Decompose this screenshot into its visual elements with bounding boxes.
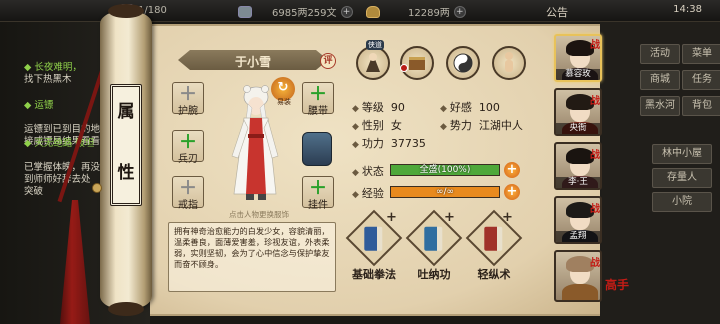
battle-mark: 战 [590,96,600,107]
yin-yang-icon [453,53,473,73]
scroll-rod-cap [108,302,144,316]
slot-label: 护腕 [178,106,198,117]
stat-favor: ◆ 好感 100 [440,101,500,114]
slot-label: 腰带 [308,106,328,117]
evaluate-button[interactable]: 评 [320,53,336,69]
menu-task[interactable]: 任务 [682,70,720,90]
stat-label: 经验 [361,187,384,200]
stat-label: 状态 [361,165,384,178]
badge-label: 侠道 [366,40,384,50]
quest-title: ◆ 长夜难明， [24,62,82,73]
book-icon [424,226,443,251]
stat-label: 功力 [361,137,384,150]
menu-activity[interactable]: 活动 [640,44,680,64]
stat-power: ◆ 功力 37735 [352,137,426,150]
slot-label: 兵刃 [178,154,198,165]
martial-art-label: 轻纵术 [477,268,511,281]
taiji-icon[interactable] [446,46,480,80]
stat-value: 90 [390,101,405,114]
stat-value: 100 [478,101,500,114]
box-icon [409,57,425,70]
silver-icon [238,5,252,18]
battle-mark: 战 [590,204,600,215]
add-exp-button[interactable]: + [504,184,520,200]
announcement-button[interactable]: 公告 [546,4,568,20]
notice-dot [400,64,408,72]
quest-item[interactable]: ◆ 长夜难明， 找下热黑木 [24,62,82,86]
battle-mark: 战 [590,258,600,269]
treasure-icon[interactable] [400,46,434,80]
meridian-icon[interactable] [492,46,526,80]
portrait-name: 李·王 [556,177,600,188]
add-ingot-button[interactable]: + [453,5,466,18]
stat-value: 女 [390,119,402,132]
ingot-value: 12289两 [408,8,450,19]
clock: 14:38 [673,4,702,15]
portrait-body [562,284,598,300]
status-bar: 全盛(100%) [390,164,500,176]
status-bar-text: 全盛(100%) [419,165,471,175]
menu-store[interactable]: 存量人 [652,168,712,188]
restore-status-button[interactable]: + [504,162,520,178]
stat-level: ◆ 等级 90 [352,101,405,114]
stat-faction: ◆ 势力 江湖中人 [440,119,523,132]
ingot-display: 12289两 + [366,4,466,19]
money-display: 6985两259文 + [238,4,353,19]
menu-main[interactable]: 菜单 [682,44,720,64]
slot-label: 戒指 [178,200,198,211]
menu-yard[interactable]: 小院 [652,192,712,212]
quest-title: ◆ 天无绝路 破坦 [24,138,95,149]
martial-art-label: 基础拳法 [352,268,396,281]
battle-mark: 战 [590,40,600,51]
tassel-bead [92,183,102,193]
change-outfit-label: 易装 [277,98,291,106]
menu-bag[interactable]: 背包 [682,96,720,116]
armor-icon[interactable] [302,132,332,166]
stat-value: 江湖中人 [478,119,523,132]
tab-char: 属 [117,102,135,122]
body-icon [505,52,513,72]
tab-char: 性 [117,163,135,183]
stat-label: 等级 [361,101,384,114]
character-name: 于小雪 [234,55,271,69]
menu-shop[interactable]: 商城 [640,70,680,90]
portrait-name: 慕容玫 [556,69,600,80]
book-icon [484,226,503,251]
exp-bar-text: ∞/∞ [435,187,455,197]
expert-seal: 高手 [605,278,630,292]
exp-bar: ∞/∞ [390,186,500,198]
slot-label: 挂件 [308,200,328,211]
stat-label: 势力 [449,119,472,132]
stat-gender: ◆ 性别 女 [352,119,402,132]
character-description: 拥有神奇治愈能力的白发少女，容貌清丽，温柔善良，面薄爱害羞，珍视友谊，外表柔弱，… [168,222,336,292]
menu-location[interactable]: 黑水河 [640,96,680,116]
quest-title: ◆ 运镖 [24,100,54,111]
stat-label: 性别 [361,119,384,132]
battle-mark: 战 [590,150,600,161]
figure-icon [366,53,380,72]
stat-label: 好感 [449,101,472,114]
scroll-rod-cap [108,4,144,18]
ingot-icon [366,5,380,18]
change-outfit-hint: 点击人物更换服饰 [229,210,289,219]
portrait-name: 孟翔 [556,231,600,242]
quest-desc: 找下热黑木 [24,74,72,85]
exp-label: ◆ 经验 [352,187,384,200]
stat-value: 37735 [390,137,426,150]
martial-art-label: 吐纳功 [417,268,451,281]
title-badge-icon[interactable]: 侠道 [356,40,390,80]
book-icon [364,226,383,251]
menu-cabin[interactable]: 林中小屋 [652,144,712,164]
portrait-name: 央衙 [556,123,600,134]
status-label: ◆ 状态 [352,165,384,178]
money-value: 6985两259文 [272,8,337,19]
attribute-tab-label[interactable]: 属 性 [110,84,142,206]
add-money-button[interactable]: + [340,5,353,18]
